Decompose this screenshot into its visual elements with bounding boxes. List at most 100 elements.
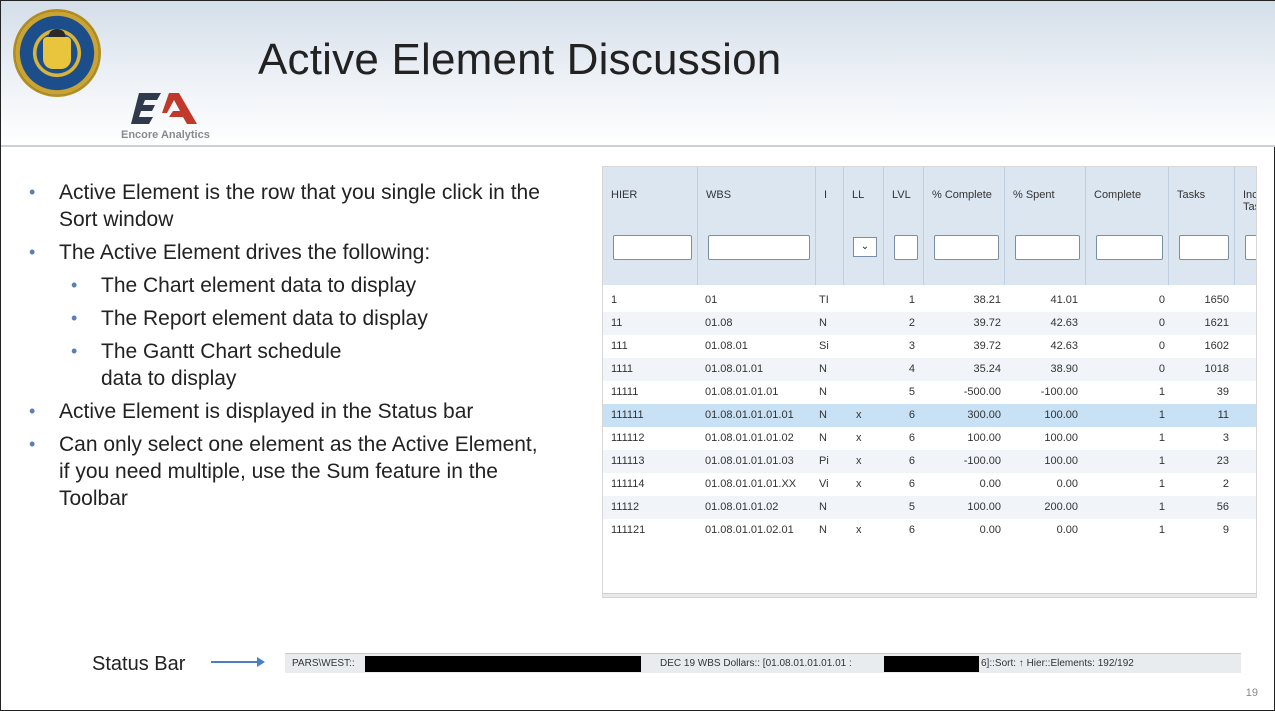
column-filter-input[interactable] (613, 235, 692, 260)
column-filter-input[interactable] (708, 235, 810, 260)
table-cell: 1 (1158, 386, 1165, 398)
table-cell: 41.01 (1050, 294, 1078, 306)
table-cell: N (819, 363, 827, 375)
table-cell: 0 (1158, 363, 1165, 375)
table-cell: 1 (1158, 409, 1165, 421)
table-row[interactable]: 111121 01.08.01.01.02.01 Nx 6 0.00 0.00 1 9 (603, 519, 1256, 542)
column-header-label: WBS (706, 189, 732, 201)
table-cell: -100.00 (963, 455, 1001, 467)
column-header-label: Complete (1094, 189, 1142, 201)
table-cell: 0.00 (979, 478, 1001, 490)
table-cell: 100.00 (1044, 409, 1078, 421)
table-row[interactable]: 111 01.08.01 Si 3 39.72 42.63 0 1602 (603, 335, 1256, 358)
table-cell: 6 (908, 524, 915, 536)
table-cell: 4 (908, 363, 915, 375)
table-cell: 01.08.01.01.01.XX (705, 478, 797, 490)
table-cell: 38.21 (973, 294, 1001, 306)
column-filter-input[interactable] (934, 235, 999, 260)
column-filter-input[interactable] (1096, 235, 1163, 260)
table-cell: 0.00 (979, 524, 1001, 536)
table-cell: 0 (1158, 340, 1165, 352)
column-header[interactable]: LVL (884, 167, 924, 285)
bullet-item: • Active Element is displayed in the Stat… (29, 400, 474, 423)
table-cell: 100.00 (967, 501, 1001, 513)
ll-filter-dropdown[interactable]: ⌄ (853, 237, 877, 257)
bullet-item: • Active Element is the row that you sing… (29, 181, 540, 231)
table-cell: 1602 (1204, 340, 1229, 352)
table-cell: TI (819, 294, 829, 306)
table-cell: 39.72 (973, 317, 1001, 329)
table-cell: 01.08.01.01.01.03 (705, 455, 794, 467)
table-cell: 5 (908, 501, 915, 513)
table-cell: 42.63 (1050, 340, 1078, 352)
column-header[interactable]: I (816, 167, 844, 285)
table-cell: 39 (1216, 386, 1229, 398)
table-row[interactable]: 1111 01.08.01.01 N 4 35.24 38.90 0 1018 (603, 358, 1256, 381)
column-header-label: I (824, 189, 828, 201)
table-cell: 100.00 (967, 432, 1001, 444)
table-cell: 1111 (611, 363, 634, 375)
table-cell: Pi (819, 455, 829, 467)
table-cell: 111113 (611, 455, 645, 467)
column-header[interactable]: Inc Tas (1235, 167, 1256, 285)
table-cell: 2 (908, 317, 915, 329)
table-row[interactable]: 111114 01.08.01.01.01.XX Vi x 6 0.00 0.00 1 2 (603, 473, 1256, 496)
column-filter-input[interactable] (1245, 235, 1256, 260)
table-cell: 1 (1158, 501, 1165, 513)
table-cell: 01.08.01.01.02.01 (705, 524, 794, 536)
table-row[interactable]: 11112 01.08.01.01.02 N 5 100.00 200.00 1 56 (603, 496, 1256, 519)
table-cell: 0.00 (1056, 478, 1078, 490)
table-row[interactable]: 1 01 TI 1 38.21 41.01 0 1650 (603, 289, 1256, 312)
table-row[interactable]: 111113 01.08.01.01.01.03 Pi x 6 -100.00 100.00… (603, 450, 1256, 473)
column-header-label: LVL (892, 189, 911, 201)
column-header[interactable]: WBS (698, 167, 816, 285)
table-row[interactable]: 11111 01.08.01.01.01 N 5 -500.00 -100.00 1 39 (603, 381, 1256, 404)
column-filter-input[interactable] (1179, 235, 1229, 260)
column-filter-input[interactable] (1015, 235, 1080, 260)
column-header-label: HIER (611, 189, 638, 201)
table-cell: 1018 (1204, 363, 1229, 375)
table-row[interactable]: 111112 01.08.01.01.01.02 Nx 6 100.00 100.00 1 3 (603, 427, 1256, 450)
column-header-label: Tasks (1177, 189, 1206, 201)
table-row[interactable]: 11 01.08 N 2 39.72 42.63 0 1621 (603, 312, 1256, 335)
sort-window-grid: HIER WBS I LL ⌄ LVL % Complete % Spent Complete T… (602, 166, 1257, 598)
table-cell: 42.63 (1050, 317, 1078, 329)
table-cell: 100.00 (1044, 432, 1078, 444)
status-suffix: 6]::Sort: ↑ Hier::Elements: 192/192 (981, 658, 1134, 669)
table-cell: 01.08.01.01.02 (705, 501, 779, 513)
table-cell: Vi (819, 478, 829, 490)
status-bar: PARS\WEST:: DEC 19 WBS Dollars:: [01.08.… (285, 653, 1241, 673)
table-cell: 01.08.01.01.01.01 (705, 409, 794, 421)
column-filter-input[interactable] (894, 235, 918, 260)
redaction-block (365, 656, 641, 672)
column-header[interactable]: % Complete (924, 167, 1005, 285)
bullet-item: • The Active Element drives the following… (29, 241, 431, 264)
table-cell: 111112 (611, 432, 645, 444)
table-cell: 0 (1158, 317, 1165, 329)
table-cell: 9 (1222, 524, 1229, 536)
column-header[interactable]: HIER (603, 167, 698, 285)
status-prefix: PARS\WEST:: (292, 658, 355, 669)
column-header[interactable]: Complete (1086, 167, 1169, 285)
table-cell: 01 (705, 294, 718, 306)
sub-bullet-item: • The Gantt Chart schedule data to displa… (71, 340, 342, 390)
table-cell: N (819, 386, 827, 398)
table-cell: N (819, 432, 827, 444)
page-number: 19 (1245, 687, 1258, 699)
table-cell: 11 (1217, 409, 1229, 421)
table-cell: N (819, 409, 827, 421)
column-header[interactable]: Tasks (1169, 167, 1235, 285)
table-cell: 38.90 (1050, 363, 1078, 375)
column-header[interactable]: LL ⌄ (844, 167, 884, 285)
table-cell: 1 (1158, 455, 1165, 467)
sub-bullet-item: • The Report element data to display (71, 307, 428, 330)
column-header[interactable]: % Spent (1005, 167, 1086, 285)
slide-title: Active Element Discussion (258, 35, 782, 84)
table-cell: 3 (1222, 432, 1229, 444)
horizontal-scrollbar[interactable] (603, 593, 1256, 597)
table-cell: 300.00 (967, 409, 1001, 421)
sub-bullet-item: • The Chart element data to display (71, 274, 417, 297)
table-row[interactable]: 111111 01.08.01.01.01.01 Nx 6 300.00 100.00 1 1… (603, 404, 1256, 427)
column-header-label: LL (852, 189, 865, 201)
table-cell: N (819, 524, 827, 536)
